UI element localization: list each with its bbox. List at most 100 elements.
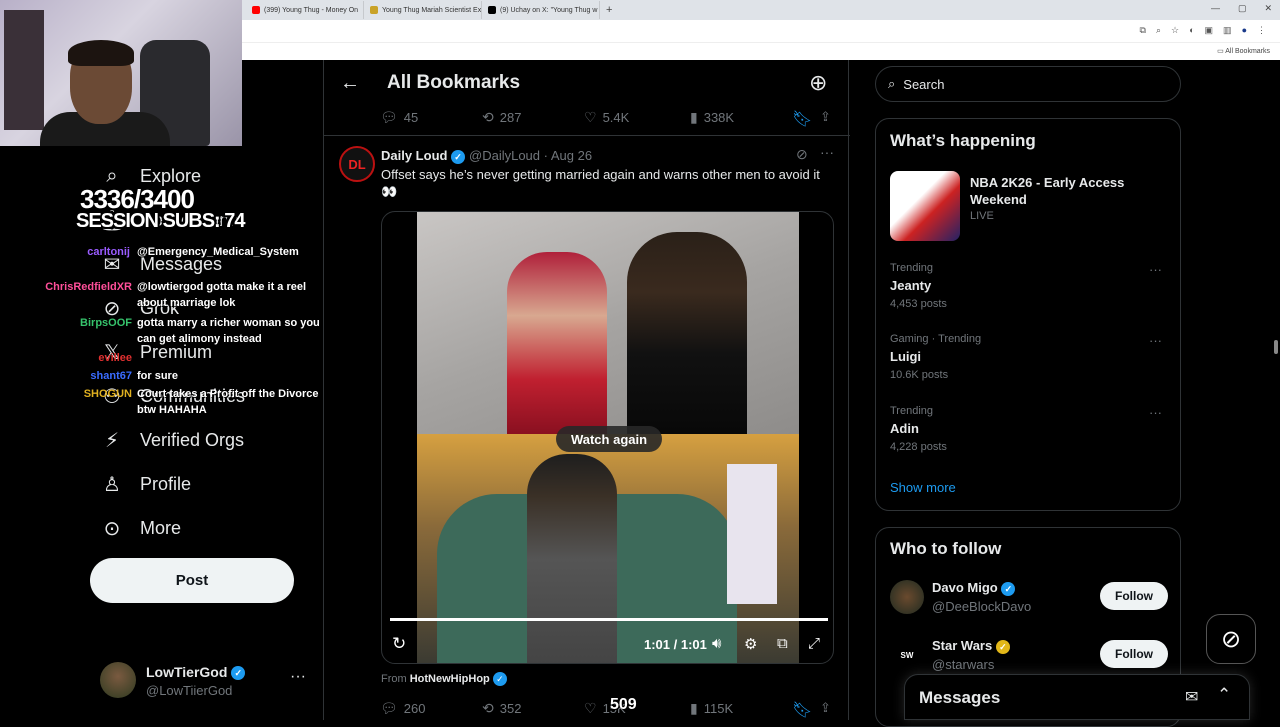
address-bar[interactable]: ⧉ ⌕ ☆ ◐ ▣ ▥ ● ⋮ xyxy=(242,20,1280,42)
like-button[interactable]: ♡ 5.4K xyxy=(584,109,629,126)
scrollbar-thumb[interactable] xyxy=(1274,340,1278,354)
repost-button[interactable]: ⟲ 352 xyxy=(482,700,521,717)
expand-icon[interactable]: ⌃ xyxy=(1217,685,1231,705)
repost-icon: ⟲ xyxy=(482,109,494,125)
browser-tab-x[interactable]: (9) Uchay on X: "Young Thug w✕ xyxy=(482,1,600,19)
repost-count: 352 xyxy=(499,701,522,716)
grok-explain-icon[interactable]: ⊘ xyxy=(796,146,808,163)
tab-label: (399) Young Thug - Money On xyxy=(264,6,359,14)
bookmark-icon[interactable]: 🔖︎ xyxy=(792,700,812,720)
account-more-icon[interactable]: ··· xyxy=(290,668,306,686)
more-circle-icon: ⊙ xyxy=(103,517,121,540)
chat-text: for sure xyxy=(137,370,178,382)
trend-meta: Gaming · Trending xyxy=(890,333,982,345)
search-input[interactable]: ⌕ Search xyxy=(875,66,1181,102)
trend-name: Jeanty xyxy=(890,278,932,293)
account-name: LowTierGod ✓ xyxy=(146,664,246,681)
account-switcher[interactable]: LowTierGod ✓ @LowTiierGod ··· xyxy=(100,662,310,702)
chart-icon: ▮ xyxy=(690,700,698,716)
puzzle-icon[interactable]: ▣ xyxy=(1205,25,1214,36)
follow-suggestion[interactable]: SW Star Wars ✓ @starwars Follow xyxy=(890,636,1170,676)
bookmark-icon[interactable]: 🔖︎ xyxy=(792,109,812,129)
nav-verified-orgs[interactable]: ⚡︎ Verified Orgs xyxy=(100,428,244,452)
share-icon[interactable]: ⇪ xyxy=(820,109,831,125)
nav-profile[interactable]: ♙ Profile xyxy=(100,472,191,496)
tweet-author-name[interactable]: Daily Loud ✓ xyxy=(381,148,466,164)
views-button[interactable]: ▮ 338K xyxy=(690,109,734,126)
post-button[interactable]: Post xyxy=(90,558,294,603)
star-wars-logo-icon[interactable]: SW xyxy=(890,638,924,672)
show-more-link[interactable]: Show more xyxy=(890,480,956,495)
promo-image[interactable] xyxy=(890,171,960,241)
person-icon: ♙ xyxy=(103,473,121,496)
search-placeholder: Search xyxy=(903,76,945,92)
watch-again-button[interactable]: Watch again xyxy=(556,426,662,452)
share-icon[interactable]: ⇪ xyxy=(820,700,831,716)
trend-more-icon[interactable]: ··· xyxy=(1149,405,1162,420)
trend-item[interactable]: Trending Jeanty 4,453 posts ··· xyxy=(890,262,1170,310)
maximize-icon[interactable]: ▢ xyxy=(1238,3,1247,14)
browser-tab-article[interactable]: Young Thug Mariah Scientist Ex✕ xyxy=(364,1,482,19)
minimize-icon[interactable]: — xyxy=(1211,3,1220,14)
heart-icon: ♡ xyxy=(584,700,597,716)
star-icon[interactable]: ☆ xyxy=(1171,25,1179,36)
trend-item[interactable]: Trending Adin 4,228 posts ··· xyxy=(890,405,1170,453)
video-player[interactable]: Watch again ↻ 1:01 / 1:01 🔊︎ ⚙ ⧉ ⤢ xyxy=(381,211,834,664)
video-source[interactable]: From HotNewHipHop ✓ xyxy=(381,672,507,686)
trend-more-icon[interactable]: ··· xyxy=(1149,262,1162,277)
reply-button[interactable]: 💬︎ 260 xyxy=(380,700,425,717)
replay-icon[interactable]: ↻ xyxy=(392,634,406,654)
trend-name: Luigi xyxy=(890,349,922,364)
grok-floating-button[interactable]: ⊘ xyxy=(1206,614,1256,664)
zoom-icon[interactable]: ⌕ xyxy=(1156,25,1161,36)
screenshot-icon[interactable]: ⧉ xyxy=(1140,25,1146,36)
menu-icon[interactable]: ⋮ xyxy=(1257,25,1266,36)
cat-tree xyxy=(4,10,44,130)
youtube-favicon-icon xyxy=(252,6,260,14)
avatar[interactable]: DL xyxy=(339,146,375,182)
new-message-icon[interactable]: ✉ xyxy=(1185,687,1198,707)
verified-badge-icon: ✓ xyxy=(1001,581,1016,596)
fullscreen-icon[interactable]: ⤢ xyxy=(808,635,820,652)
page-scrollbar[interactable] xyxy=(1272,60,1280,720)
trend-item[interactable]: Gaming · Trending Luigi 10.6K posts ··· xyxy=(890,333,1170,381)
follow-button[interactable]: Follow xyxy=(1100,640,1168,668)
nav-more[interactable]: ⊙ More xyxy=(100,516,181,540)
volume-icon[interactable]: 🔊︎ xyxy=(712,635,721,652)
reply-button[interactable]: 💬︎ 45 xyxy=(380,109,418,126)
tweet-handle-date[interactable]: @DailyLoud · Aug 26 xyxy=(469,148,592,163)
settings-gear-icon[interactable]: ⚙ xyxy=(744,635,757,653)
back-arrow-icon[interactable]: ← xyxy=(340,72,360,95)
new-tab-button[interactable]: + xyxy=(600,4,618,16)
extension-icon[interactable]: ◐ xyxy=(1189,25,1194,36)
account-name-text: LowTierGod xyxy=(146,664,228,680)
video-time: 1:01 / 1:01 xyxy=(644,637,707,652)
repost-button[interactable]: ⟲ 287 xyxy=(482,109,521,126)
avatar[interactable] xyxy=(890,580,924,614)
panel-title: What’s happening xyxy=(890,131,1036,150)
messages-drawer[interactable]: Messages ✉ ⌃ xyxy=(904,674,1250,720)
all-bookmarks-folder[interactable]: ▭ All Bookmarks xyxy=(1217,47,1270,55)
close-window-icon[interactable]: ✕ xyxy=(1264,3,1272,14)
follow-button[interactable]: Follow xyxy=(1100,582,1168,610)
follow-suggestion[interactable]: Davo Migo ✓ @DeeBlockDavo Follow xyxy=(890,578,1170,618)
video-frame-photo xyxy=(417,212,799,434)
verified-badge-icon: ✓ xyxy=(231,666,246,681)
promo-title[interactable]: NBA 2K26 - Early Access Weekend xyxy=(970,174,1170,208)
browser-tab-youtube[interactable]: (399) Young Thug - Money On✕ xyxy=(246,1,364,19)
tab-strip: (399) Young Thug - Money On✕ Young Thug … xyxy=(242,0,1280,20)
video-progress-bar[interactable] xyxy=(390,618,828,621)
pip-icon[interactable]: ⧉ xyxy=(777,635,788,652)
sidebar-icon[interactable]: ▥ xyxy=(1223,25,1232,36)
profile-icon[interactable]: ● xyxy=(1242,25,1247,36)
tweet-more-icon[interactable]: ··· xyxy=(820,144,834,160)
views-button[interactable]: ▮ 115K xyxy=(690,700,733,717)
chat-text: @lowtiergod gotta make it a reel about m… xyxy=(137,281,307,309)
tab-label: Young Thug Mariah Scientist Ex xyxy=(382,6,482,14)
chat-username: BirpsOOF xyxy=(80,317,132,329)
chat-username: SHOGUN xyxy=(83,388,132,400)
trend-more-icon[interactable]: ··· xyxy=(1149,333,1162,348)
stream-alert-count: 509 xyxy=(610,696,637,713)
reply-icon: 💬︎ xyxy=(380,109,398,125)
bookmark-folder-add-icon[interactable]: ⊕ xyxy=(809,70,827,96)
